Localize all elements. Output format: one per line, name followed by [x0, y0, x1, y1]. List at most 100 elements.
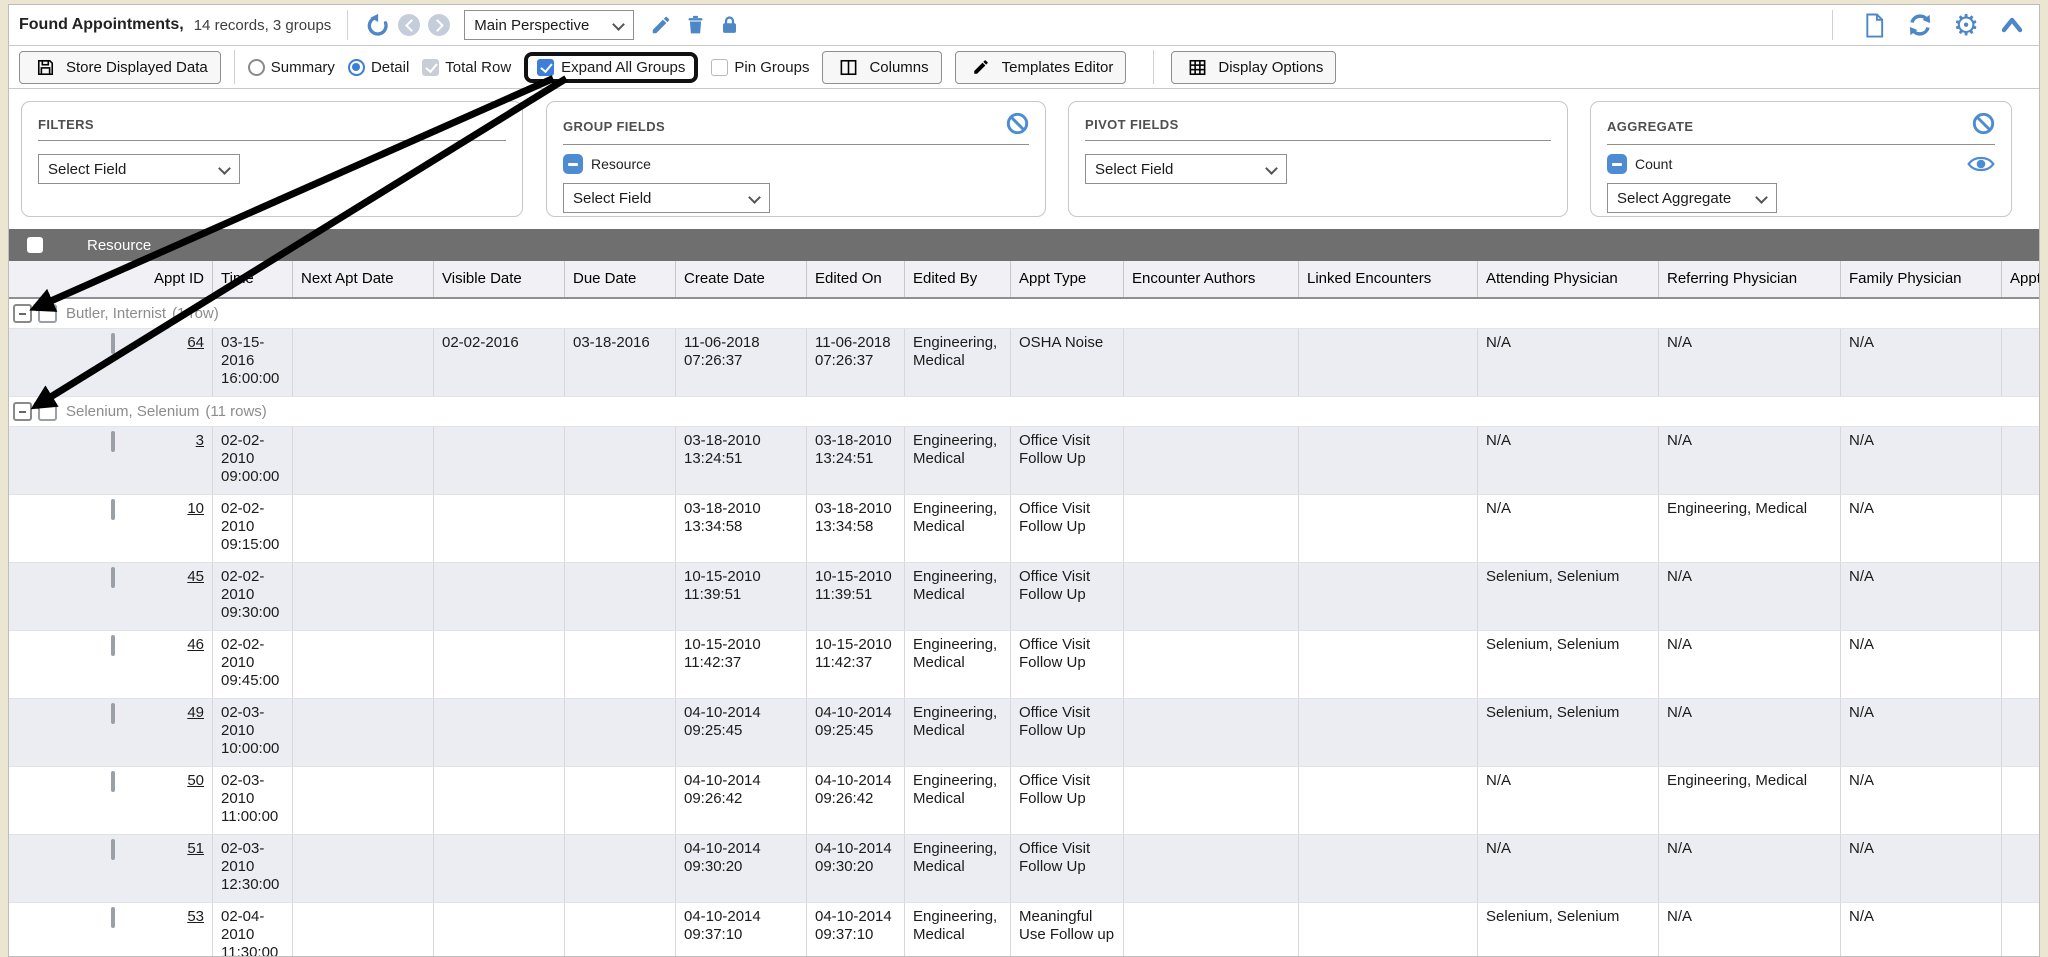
- detail-radio[interactable]: [348, 59, 365, 76]
- row-checkbox[interactable]: [111, 703, 115, 724]
- clear-group-fields-icon[interactable]: [1006, 112, 1029, 140]
- summary-radio[interactable]: [248, 59, 265, 76]
- column-header-attending-physician[interactable]: Attending Physician: [1478, 261, 1659, 297]
- undo-icon[interactable]: [364, 12, 390, 38]
- pivot-fields-title: PIVOT FIELDS: [1085, 117, 1179, 132]
- summary-radio-option[interactable]: Summary: [248, 59, 335, 76]
- cell-edited-by: Engineering, Medical: [905, 495, 1011, 562]
- remove-aggregate-icon[interactable]: [1607, 154, 1627, 174]
- appt-id-link[interactable]: 10: [187, 500, 204, 517]
- divider: [1832, 10, 1833, 40]
- lock-icon[interactable]: [716, 12, 742, 38]
- column-header-referring-physician[interactable]: Referring Physician: [1659, 261, 1841, 297]
- cell-encounter-authors: [1124, 427, 1299, 494]
- expand-all-groups-checkbox[interactable]: [537, 59, 554, 76]
- group-band-label: Resource: [87, 237, 151, 254]
- column-header-time[interactable]: Time: [213, 261, 293, 297]
- column-header-create-date[interactable]: Create Date: [676, 261, 807, 297]
- column-header-due-date[interactable]: Due Date: [565, 261, 676, 297]
- cell-family-physician: N/A: [1841, 329, 2002, 396]
- cell-family-physician: N/A: [1841, 835, 2002, 902]
- aggregate-chip-count: Count: [1607, 154, 1995, 174]
- cell-appt-id: 51: [121, 835, 213, 902]
- row-checkbox[interactable]: [111, 431, 115, 452]
- cell-referring-physician: N/A: [1659, 329, 1841, 396]
- column-header-next-apt-date[interactable]: Next Apt Date: [293, 261, 434, 297]
- column-header-linked-encounters[interactable]: Linked Encounters: [1299, 261, 1478, 297]
- column-header-encounter-authors[interactable]: Encounter Authors: [1124, 261, 1299, 297]
- row-select-cell: [9, 699, 121, 766]
- column-header-family-physician[interactable]: Family Physician: [1841, 261, 2002, 297]
- row-select-cell: [9, 835, 121, 902]
- row-checkbox[interactable]: [111, 333, 115, 354]
- cell-encounter-authors: [1124, 699, 1299, 766]
- perspective-select[interactable]: Main Perspective: [464, 10, 634, 40]
- appt-id-link[interactable]: 51: [187, 840, 204, 857]
- cell-appt-re: [2002, 903, 2039, 956]
- row-checkbox[interactable]: [111, 567, 115, 588]
- cell-linked-encounters: [1299, 427, 1478, 494]
- select-all-checkbox[interactable]: [27, 237, 43, 253]
- clear-aggregate-icon[interactable]: [1972, 112, 1995, 140]
- cell-visible-date: [434, 495, 565, 562]
- store-displayed-data-button[interactable]: Store Displayed Data: [19, 51, 221, 84]
- detail-radio-option[interactable]: Detail: [348, 59, 409, 76]
- filters-field-select[interactable]: Select Field: [38, 154, 240, 184]
- new-document-icon[interactable]: [1861, 12, 1887, 38]
- group-field-select[interactable]: Select Field: [563, 183, 770, 213]
- cell-appt-re: [2002, 329, 2039, 396]
- appt-id-link[interactable]: 46: [187, 636, 204, 653]
- cell-linked-encounters: [1299, 767, 1478, 834]
- row-checkbox[interactable]: [111, 907, 115, 928]
- table-grid-icon: [1184, 54, 1210, 80]
- remove-group-field-icon[interactable]: [563, 154, 583, 174]
- edit-pencil-icon[interactable]: [648, 12, 674, 38]
- row-checkbox[interactable]: [111, 771, 115, 792]
- group-select-checkbox[interactable]: [38, 402, 57, 421]
- row-select-cell: [9, 563, 121, 630]
- appt-id-link[interactable]: 3: [196, 432, 204, 449]
- cell-linked-encounters: [1299, 903, 1478, 956]
- column-header-edited-on[interactable]: Edited On: [807, 261, 905, 297]
- column-header-appt-type[interactable]: Appt Type: [1011, 261, 1124, 297]
- group-expander-checkbox[interactable]: [13, 304, 32, 323]
- row-checkbox[interactable]: [111, 499, 115, 520]
- pin-groups-checkbox[interactable]: [711, 59, 728, 76]
- cell-attending-physician: Selenium, Selenium: [1478, 563, 1659, 630]
- pivot-field-select[interactable]: Select Field: [1085, 154, 1287, 184]
- row-checkbox[interactable]: [111, 839, 115, 860]
- display-options-button[interactable]: Display Options: [1171, 51, 1336, 84]
- cell-attending-physician: N/A: [1478, 835, 1659, 902]
- group-select-checkbox[interactable]: [38, 304, 57, 323]
- pin-groups-option[interactable]: Pin Groups: [711, 59, 809, 76]
- appointment-row-50: 5002-03-2010 11:00:0004-10-2014 09:26:42…: [9, 767, 2039, 835]
- appt-id-link[interactable]: 64: [187, 334, 204, 351]
- toolbar: Store Displayed Data Summary Detail Tota…: [9, 46, 2039, 89]
- row-checkbox[interactable]: [111, 635, 115, 656]
- next-perspective-icon[interactable]: [428, 14, 450, 36]
- templates-editor-button[interactable]: Templates Editor: [955, 51, 1127, 84]
- aggregate-select[interactable]: Select Aggregate: [1607, 183, 1777, 213]
- cell-family-physician: N/A: [1841, 495, 2002, 562]
- appt-id-link[interactable]: 49: [187, 704, 204, 721]
- column-header-visible-date[interactable]: Visible Date: [434, 261, 565, 297]
- group-expander-checkbox[interactable]: [13, 402, 32, 421]
- refresh-icon[interactable]: [1907, 12, 1933, 38]
- cell-edited-by: Engineering, Medical: [905, 767, 1011, 834]
- total-row-option[interactable]: Total Row: [422, 59, 511, 76]
- appt-id-link[interactable]: 45: [187, 568, 204, 585]
- delete-trash-icon[interactable]: [682, 12, 708, 38]
- columns-button[interactable]: Columns: [822, 51, 941, 84]
- collapse-chevron-up-icon[interactable]: [1999, 12, 2025, 38]
- settings-gear-icon[interactable]: ⚙: [1953, 12, 1979, 38]
- cell-create-date: 04-10-2014 09:30:20: [676, 835, 807, 902]
- appt-id-link[interactable]: 50: [187, 772, 204, 789]
- visibility-eye-icon[interactable]: [1967, 154, 1995, 179]
- column-header-appt-re[interactable]: Appt Re: [2002, 261, 2039, 297]
- previous-perspective-icon[interactable]: [398, 14, 420, 36]
- column-header-appt-id[interactable]: Appt ID: [121, 261, 213, 297]
- total-row-checkbox[interactable]: [422, 59, 439, 76]
- appt-id-link[interactable]: 53: [187, 908, 204, 925]
- column-header-edited-by[interactable]: Edited By: [905, 261, 1011, 297]
- cell-edited-by: Engineering, Medical: [905, 329, 1011, 396]
